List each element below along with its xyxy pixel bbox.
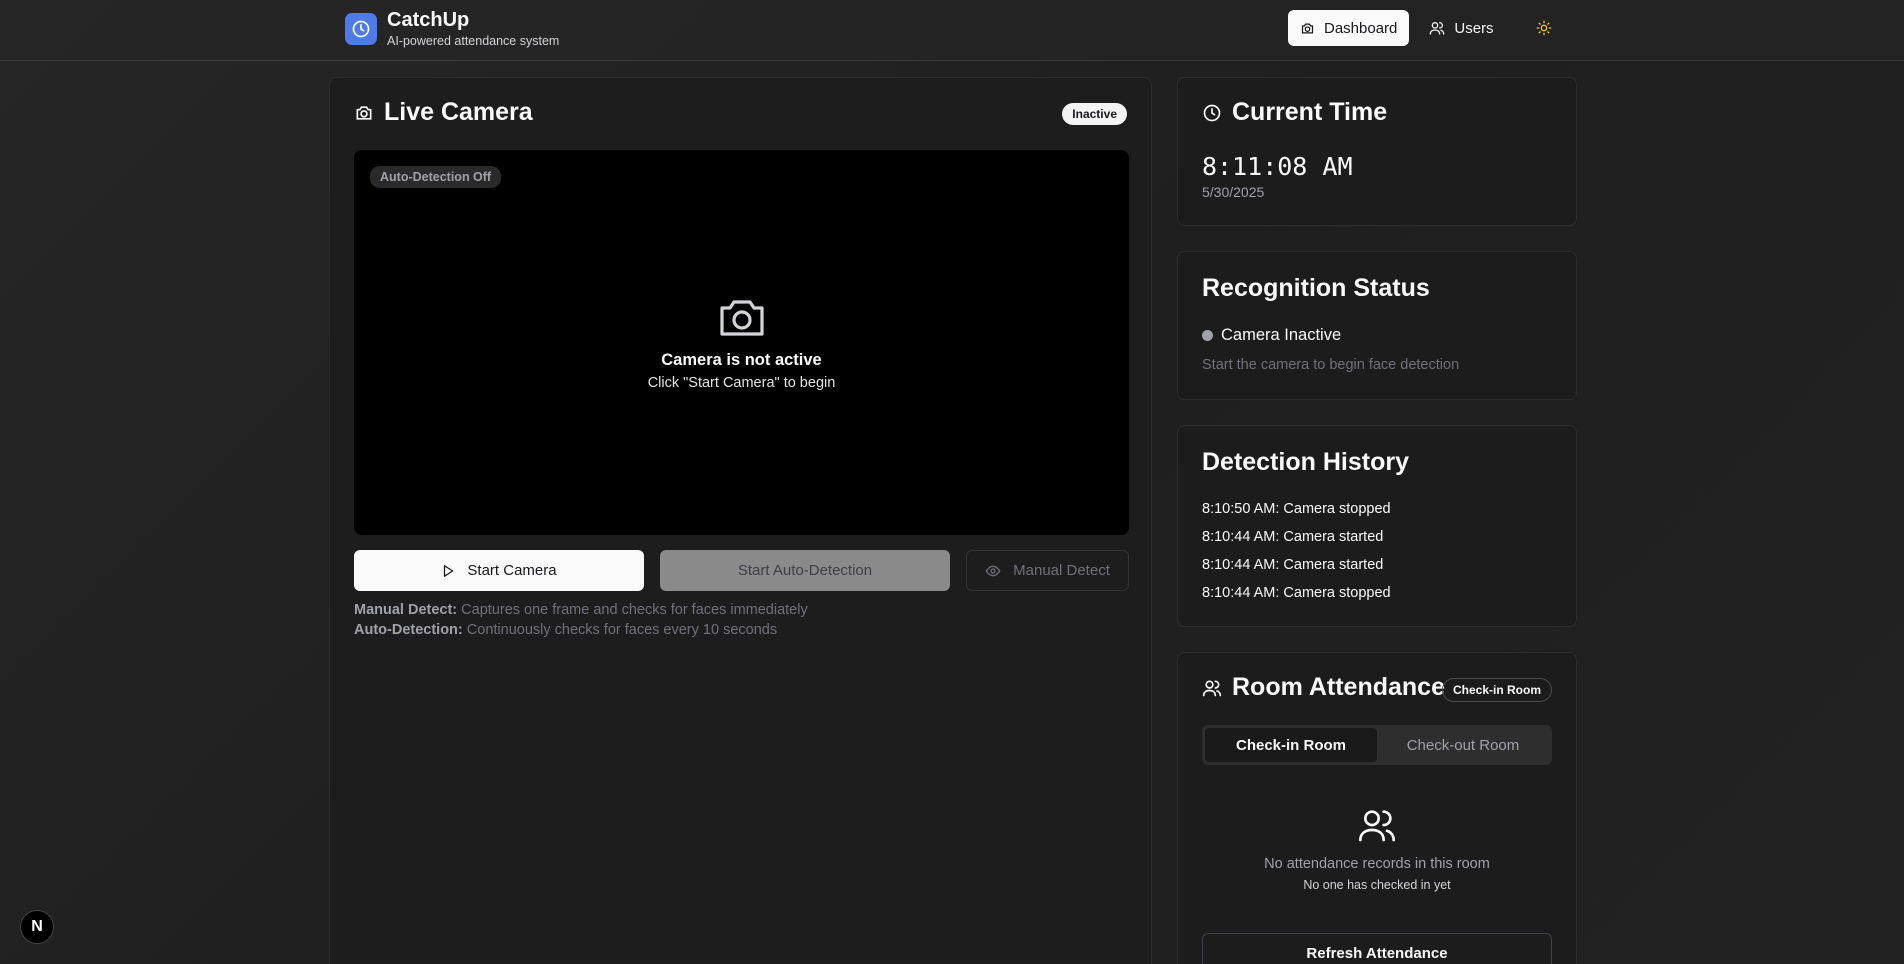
room-attendance-heading: Room Attendance [1202, 673, 1445, 702]
camera-icon [719, 300, 764, 336]
clock-date: 5/30/2025 [1202, 184, 1265, 200]
live-camera-heading: Live Camera [354, 98, 533, 127]
current-time-card: Current Time 8:11:08 AM 5/30/2025 [1177, 77, 1577, 226]
status-dot-icon [1202, 330, 1213, 341]
detection-history-list: 8:10:50 AM: Camera stopped 8:10:44 AM: C… [1202, 495, 1391, 607]
current-time-heading: Current Time [1202, 98, 1387, 127]
room-tabs: Check-in Room Check-out Room [1202, 725, 1552, 765]
camera-icon [356, 105, 372, 120]
camera-empty-state: Camera is not active Click "Start Camera… [354, 296, 1129, 391]
manual-help-text: Captures one frame and checks for faces … [457, 602, 808, 618]
list-item: 8:10:50 AM: Camera stopped [1202, 501, 1391, 517]
list-item: 8:10:44 AM: Camera stopped [1202, 585, 1391, 601]
refresh-attendance-button[interactable]: Refresh Attendance [1202, 933, 1552, 964]
detection-history-card: Detection History 8:10:50 AM: Camera sto… [1177, 425, 1577, 627]
brand[interactable]: CatchUp AI-powered attendance system [345, 9, 559, 48]
manual-help-label: Manual Detect: [354, 602, 458, 618]
recognition-status-row: Camera Inactive [1202, 326, 1341, 345]
recognition-status-hint: Start the camera to begin face detection [1202, 357, 1460, 373]
auto-detection-badge: Auto-Detection Off [370, 166, 502, 188]
nav-dashboard-label: Dashboard [1324, 19, 1398, 37]
app-subtitle: AI-powered attendance system [387, 34, 560, 48]
camera-empty-title: Camera is not active [661, 351, 822, 369]
live-camera-title: Live Camera [384, 98, 533, 126]
users-icon [1202, 680, 1222, 696]
recognition-status-card: Recognition Status Camera Inactive Start… [1177, 251, 1577, 400]
current-time-title: Current Time [1232, 98, 1388, 126]
auto-help-text: Continuously checks for faces every 10 s… [462, 622, 778, 638]
app-title: CatchUp [387, 9, 470, 31]
clock-icon [1203, 104, 1221, 121]
camera-status-badge: Inactive [1062, 103, 1127, 125]
eye-icon [985, 565, 1001, 576]
camera-icon [1301, 23, 1314, 33]
recognition-status-title: Recognition Status [1202, 274, 1430, 302]
start-auto-detection-label: Start Auto-Detection [737, 562, 873, 579]
manual-detect-label: Manual Detect [1013, 562, 1110, 579]
room-attendance-title: Room Attendance [1232, 673, 1445, 701]
attendance-empty-hint: No one has checked in yet [1303, 878, 1451, 892]
start-camera-label: Start Camera [467, 562, 557, 579]
nav-users-button[interactable]: Users [1417, 10, 1505, 46]
top-header: CatchUp AI-powered attendance system Das… [0, 0, 1904, 61]
main-nav: Dashboard Users [1288, 10, 1562, 46]
attendance-empty-title: No attendance records in this room [1264, 856, 1490, 872]
start-camera-button[interactable]: Start Camera [354, 550, 644, 591]
live-camera-card: Live Camera Inactive Auto-Detection Off … [329, 77, 1152, 964]
users-icon [1359, 810, 1395, 842]
camera-preview: Auto-Detection Off Camera is not active … [354, 150, 1129, 535]
clock-time: 8:11:08 AM [1202, 152, 1353, 181]
room-attendance-card: Room Attendance Check-in Room Check-in R… [1177, 652, 1577, 964]
auto-help-label: Auto-Detection: [354, 622, 463, 638]
nav-dashboard-button[interactable]: Dashboard [1288, 10, 1410, 46]
start-auto-detection-button[interactable]: Start Auto-Detection [660, 550, 950, 591]
manual-detect-button[interactable]: Manual Detect [966, 550, 1129, 591]
list-item: 8:10:44 AM: Camera started [1202, 529, 1384, 545]
camera-empty-hint: Click "Start Camera" to begin [647, 375, 836, 391]
theme-toggle-button[interactable] [1526, 10, 1562, 46]
sun-icon [1536, 20, 1551, 36]
tab-check-out-room[interactable]: Check-out Room [1377, 728, 1549, 762]
nav-users-label: Users [1454, 19, 1494, 37]
clock-logo-icon [345, 12, 377, 45]
list-item: 8:10:44 AM: Camera started [1202, 557, 1384, 573]
room-type-badge: Check-in Room [1441, 678, 1552, 702]
detection-help-text: Manual Detect: Captures one frame and ch… [354, 600, 808, 640]
tab-check-in-room[interactable]: Check-in Room [1205, 728, 1377, 762]
attendance-empty-state: No attendance records in this room No on… [1202, 805, 1552, 892]
users-icon [1430, 22, 1445, 35]
dev-tools-badge[interactable]: N [20, 910, 54, 944]
camera-controls: Start Camera Start Auto-Detection Manual… [354, 550, 1129, 591]
play-icon [444, 564, 454, 577]
recognition-status-text: Camera Inactive [1221, 326, 1342, 344]
detection-history-title: Detection History [1202, 448, 1409, 476]
